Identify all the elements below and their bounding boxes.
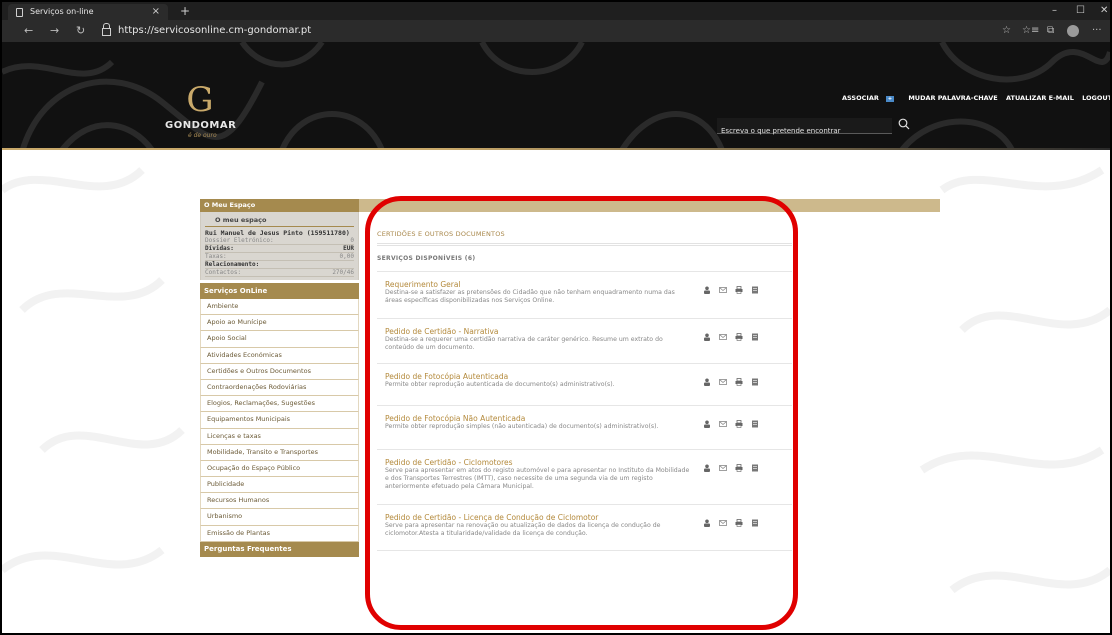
user-name: Rui Manuel de Jesus Pinto (159511780) xyxy=(205,229,350,237)
more-menu-icon[interactable]: ··· xyxy=(1092,20,1102,42)
sidebar-item-apoio-municipe[interactable]: Apoio ao Munícipe xyxy=(200,315,359,332)
screenshot-frame: Serviços on-line × + – ☐ ✕ ← → ↻ https:/… xyxy=(0,0,1112,635)
sidebar-item-emissao-plantas[interactable]: Emissão de Plantas xyxy=(200,525,359,542)
profile-avatar[interactable] xyxy=(1067,25,1079,37)
browser-tab[interactable]: Serviços on-line × xyxy=(8,4,168,20)
sidebar-item-ambiente[interactable]: Ambiente xyxy=(200,299,359,316)
my-space-header[interactable]: O Meu Espaço xyxy=(200,199,359,212)
account-links: ASSOCIAR + MUDAR PALAVRA-CHAVE ATUALIZAR … xyxy=(842,94,1110,102)
new-tab-button[interactable]: + xyxy=(180,2,190,20)
sidebar-item-publicidade[interactable]: Publicidade xyxy=(200,477,359,494)
associar-badge: + xyxy=(885,96,895,102)
favorites-icon[interactable]: ☆≡ xyxy=(1022,20,1039,42)
fees-row[interactable]: Taxas: 0,00 xyxy=(205,253,354,261)
refresh-icon[interactable]: ↻ xyxy=(76,20,85,42)
sidebar-item-mobilidade[interactable]: Mobilidade, Transito e Transportes xyxy=(200,444,359,461)
minimize-icon[interactable]: – xyxy=(1052,2,1057,20)
sidebar-item-elogios[interactable]: Elogios, Reclamações, Sugestões xyxy=(200,396,359,413)
faq-header[interactable]: Perguntas Frequentes xyxy=(200,541,359,557)
sidebar: O Meu Espaço O meu espaço Rui Manuel de … xyxy=(200,199,359,557)
tab-close-icon[interactable]: × xyxy=(152,4,160,20)
sidebar-item-urbanismo[interactable]: Urbanismo xyxy=(200,509,359,526)
logo-text[interactable]: GONDOMAR xyxy=(165,120,236,131)
contacts-row[interactable]: Contactos: 270/46 xyxy=(205,269,354,277)
my-space-panel: O meu espaço Rui Manuel de Jesus Pinto (… xyxy=(200,212,359,280)
address-url[interactable]: https://servicosonline.cm-gondomar.pt xyxy=(118,20,311,42)
sidebar-item-recursos-humanos[interactable]: Recursos Humanos xyxy=(200,493,359,510)
dossier-row[interactable]: Dossier Eletrónico: 0 xyxy=(205,237,354,245)
browser-addressbar: ← → ↻ https://servicosonline.cm-gondomar… xyxy=(2,20,1110,42)
page-icon xyxy=(16,8,23,17)
search-box xyxy=(717,118,892,139)
associar-link[interactable]: ASSOCIAR + xyxy=(842,94,900,102)
sidebar-item-licencas[interactable]: Licenças e taxas xyxy=(200,428,359,445)
tab-title: Serviços on-line xyxy=(30,7,94,16)
sidebar-item-ocupacao[interactable]: Ocupação do Espaço Público xyxy=(200,460,359,478)
divider xyxy=(205,226,354,227)
lock-icon xyxy=(102,23,111,36)
maximize-icon[interactable]: ☐ xyxy=(1076,2,1085,20)
back-icon[interactable]: ← xyxy=(24,20,33,42)
search-icon[interactable] xyxy=(898,118,910,130)
change-password-link[interactable]: MUDAR PALAVRA-CHAVE xyxy=(908,94,997,102)
collections-icon[interactable]: ⧉ xyxy=(1047,20,1054,42)
sidebar-item-certidoes[interactable]: Certidões e Outros Documentos xyxy=(200,363,359,380)
debts-row: Dívidas: EUR xyxy=(205,245,354,253)
relation-row: Relacionamento: xyxy=(205,261,354,269)
logout-link[interactable]: LOGOUT xyxy=(1082,94,1110,102)
logo-mark[interactable]: G xyxy=(185,82,215,118)
red-highlight-outline xyxy=(365,196,798,630)
sidebar-item-equipamentos[interactable]: Equipamentos Municipais xyxy=(200,412,359,429)
forward-icon[interactable]: → xyxy=(50,20,59,42)
my-space-subtitle: O meu espaço xyxy=(215,216,267,224)
close-icon[interactable]: ✕ xyxy=(1100,2,1108,20)
site-header: G GONDOMAR é de ouro ASSOCIAR + MUDAR PAL… xyxy=(2,42,1110,150)
services-online-header[interactable]: Serviços OnLine xyxy=(200,283,359,299)
update-email-link[interactable]: ATUALIZAR E-MAIL xyxy=(1006,94,1074,102)
search-input[interactable] xyxy=(717,123,887,139)
sidebar-item-atividades-economicas[interactable]: Atividades Económicas xyxy=(200,347,359,364)
sidebar-item-apoio-social[interactable]: Apoio Social xyxy=(200,331,359,348)
browser-tabbar: Serviços on-line × + – ☐ ✕ xyxy=(2,2,1110,20)
logo-subtitle: é de ouro xyxy=(188,132,217,139)
sidebar-item-contraordenacoes[interactable]: Contraordenações Rodoviárias xyxy=(200,379,359,397)
favorite-star-icon[interactable]: ☆ xyxy=(1002,20,1011,42)
